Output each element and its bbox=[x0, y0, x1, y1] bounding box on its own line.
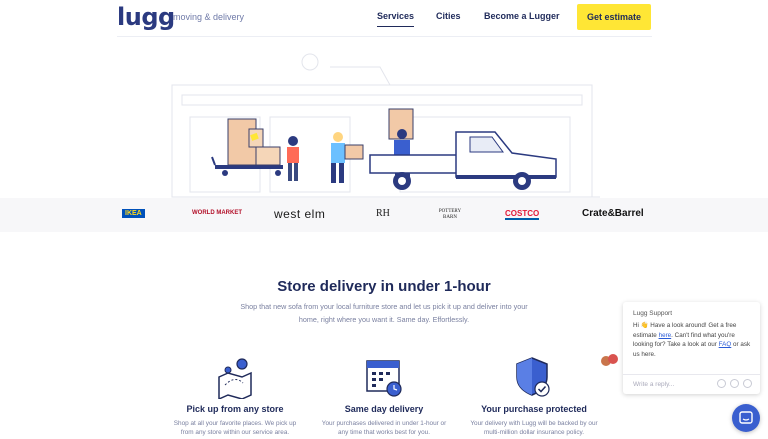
feature-protected-title: Your purchase protected bbox=[481, 404, 587, 414]
chat-tools bbox=[717, 379, 752, 388]
get-estimate-button[interactable]: Get estimate bbox=[577, 4, 651, 30]
emoji-icon[interactable] bbox=[730, 379, 739, 388]
chat-message: Hi 👋 Have a look around! Get a free esti… bbox=[633, 321, 755, 359]
brand-west-elm: west elm bbox=[274, 207, 326, 221]
support-avatars bbox=[601, 353, 619, 372]
brand-costco: COSTCO bbox=[505, 209, 540, 220]
calendar-clock-icon bbox=[366, 360, 402, 397]
brand-world-market: WORLD MARKET bbox=[192, 210, 242, 216]
chat-divider bbox=[623, 374, 760, 375]
hero-scene bbox=[171, 53, 600, 198]
brand-pottery-barn: POTTERY BARN bbox=[438, 209, 462, 220]
partner-brands-strip: IKEA WORLD MARKET west elm RH POTTERY BA… bbox=[0, 198, 768, 232]
tagline: moving & delivery bbox=[173, 12, 245, 22]
feature-pickup-desc: Shop at all your favorite places. We pic… bbox=[173, 420, 297, 436]
brand-crate-barrel: Crate&Barrel bbox=[582, 208, 644, 219]
feature-protected-desc: Your delivery with Lugg will be backed b… bbox=[470, 420, 598, 436]
shield-check-icon bbox=[516, 357, 550, 397]
attach-icon[interactable] bbox=[743, 379, 752, 388]
chat-link-here[interactable]: here bbox=[659, 332, 672, 339]
nav-become-lugger[interactable]: Become a Lugger bbox=[484, 11, 560, 21]
map-pin-icon bbox=[218, 358, 252, 399]
chat-bubble-icon bbox=[739, 411, 753, 424]
feature-same-day: Same day delivery Your purchases deliver… bbox=[319, 355, 449, 437]
site-header: lugg moving & delivery Services Cities B… bbox=[0, 0, 768, 36]
feature-protected: Your purchase protected Your delivery wi… bbox=[469, 355, 599, 437]
person-carrying-box bbox=[331, 132, 364, 183]
chat-widget[interactable]: Lugg Support Hi 👋 Have a look around! Ge… bbox=[623, 302, 760, 394]
feature-same-day-title: Same day delivery bbox=[344, 404, 424, 414]
nav-services[interactable]: Services bbox=[377, 11, 415, 27]
hero-illustration bbox=[0, 37, 768, 198]
gif-icon[interactable] bbox=[717, 379, 726, 388]
chat-launcher-button[interactable] bbox=[732, 404, 760, 432]
logo[interactable]: lugg bbox=[117, 3, 175, 31]
section-title: Store delivery in under 1-hour bbox=[277, 278, 491, 295]
cart-with-boxes bbox=[211, 118, 283, 176]
chat-header: Lugg Support bbox=[633, 310, 673, 317]
chat-reply-input[interactable]: Write a reply... bbox=[633, 381, 674, 388]
feature-same-day-desc: Your purchases delivered in under 1-hour… bbox=[321, 420, 447, 436]
chat-link-faq[interactable]: FAQ bbox=[719, 341, 732, 348]
nav-cities[interactable]: Cities bbox=[436, 11, 461, 21]
brand-rh: RH bbox=[376, 208, 390, 219]
feature-pickup-title: Pick up from any store bbox=[186, 404, 284, 414]
person-woman bbox=[287, 136, 299, 181]
brand-ikea: IKEA bbox=[122, 209, 145, 218]
section-description: Shop that new sofa from your local furni… bbox=[240, 302, 528, 324]
feature-pickup: Pick up from any store Shop at all your … bbox=[170, 355, 300, 437]
